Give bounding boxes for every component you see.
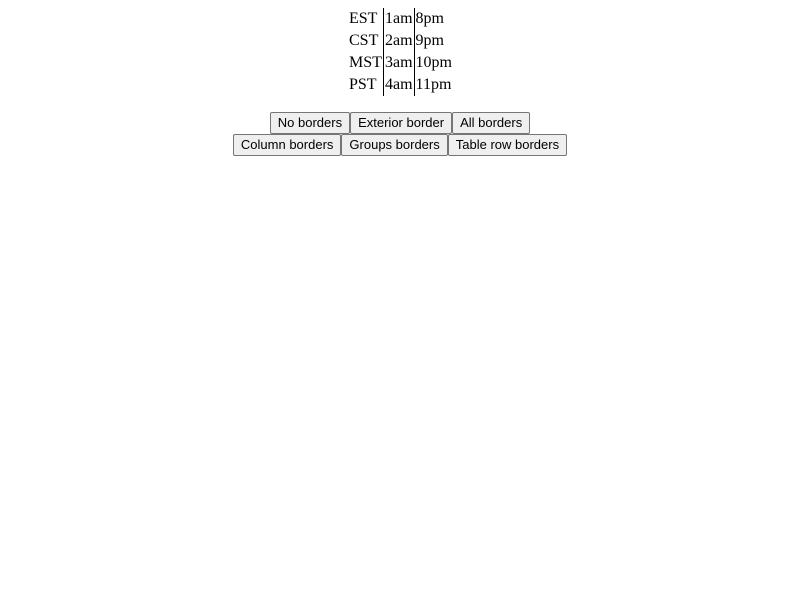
zone-cell: PST [349, 76, 377, 93]
time-cell: 4am [383, 74, 415, 96]
table-row: CST 2am 9pm [347, 30, 453, 52]
border-buttons-row-1: No borders Exterior border All borders [0, 112, 800, 134]
time-cell: 10pm [413, 52, 453, 74]
border-buttons-row-2: Column borders Groups borders Table row bo… [0, 134, 800, 156]
time-cell: 2am [383, 30, 415, 52]
table-row-borders-button[interactable]: Table row borders [447, 134, 568, 156]
exterior-border-button[interactable]: Exterior border [350, 112, 453, 134]
table-row: EST 1am 8pm [347, 8, 453, 30]
no-borders-button[interactable]: No borders [269, 112, 351, 134]
time-cell: 11pm [413, 74, 453, 96]
time-cell: 8pm [413, 8, 453, 30]
zone-cell: CST [349, 32, 379, 49]
timezone-table: EST 1am 8pm CST 2am 9pm MST 3am 10pm PST… [347, 8, 453, 96]
zone-cell: MST [349, 54, 382, 71]
time-cell: 3am [383, 52, 415, 74]
table-row: PST 4am 11pm [347, 74, 453, 96]
time-cell: 1am [383, 8, 415, 30]
all-borders-button[interactable]: All borders [452, 112, 531, 134]
column-borders-button[interactable]: Column borders [232, 134, 342, 156]
table-row: MST 3am 10pm [347, 52, 453, 74]
time-cell: 9pm [413, 30, 453, 52]
groups-borders-button[interactable]: Groups borders [341, 134, 448, 156]
zone-cell: EST [349, 10, 378, 27]
